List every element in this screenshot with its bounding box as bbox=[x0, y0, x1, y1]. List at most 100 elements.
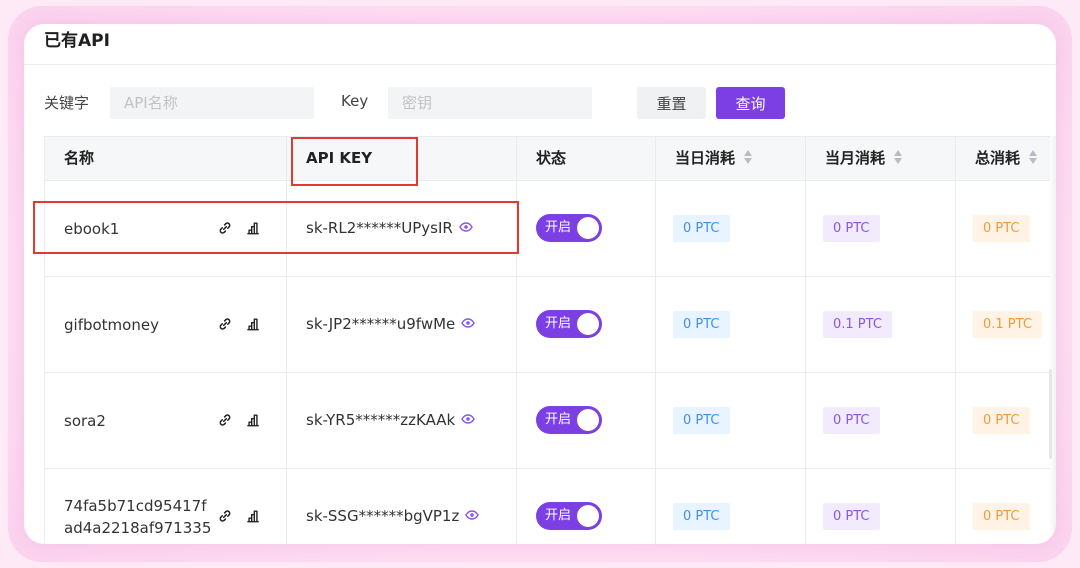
total-cell: 0 PTC bbox=[956, 469, 1056, 544]
toggle-knob bbox=[577, 217, 599, 239]
api-name: sora2 bbox=[64, 411, 106, 430]
api-key-value: sk-JP2******u9fwMe bbox=[306, 315, 456, 333]
link-icon[interactable] bbox=[216, 507, 234, 525]
total-cell: 0 PTC bbox=[956, 181, 1056, 276]
monthly-cell: 0 PTC bbox=[806, 373, 956, 468]
key-input[interactable] bbox=[388, 87, 592, 119]
monthly-usage-tag: 0.1 PTC bbox=[823, 311, 892, 338]
monthly-usage-tag: 0 PTC bbox=[823, 215, 880, 242]
column-header-label: 当月消耗 bbox=[825, 149, 886, 167]
total-usage-tag: 0 PTC bbox=[973, 407, 1030, 434]
key-label: Key bbox=[341, 92, 369, 110]
eye-icon[interactable] bbox=[461, 276, 476, 371]
status-label: 开启 bbox=[545, 220, 572, 235]
daily-usage-tag: 0 PTC bbox=[673, 407, 730, 434]
total-cell: 0.1 PTC bbox=[956, 277, 1056, 372]
toggle-knob bbox=[577, 505, 599, 527]
status-toggle[interactable]: 开启 bbox=[536, 310, 602, 338]
daily-cell: 0 PTC bbox=[656, 373, 806, 468]
column-header-label: 当日消耗 bbox=[675, 149, 736, 167]
table-header: 名称 API KEY 状态 当日消耗 当月消耗 总消耗 bbox=[45, 137, 1050, 181]
column-header-daily[interactable]: 当日消耗 bbox=[656, 137, 806, 180]
table-row: 74fa5b71cd95417fad4a2218af971335 sk-SSG*… bbox=[45, 469, 1050, 544]
horizontal-scroll-shadow bbox=[1048, 136, 1056, 544]
monthly-usage-tag: 0 PTC bbox=[823, 407, 880, 434]
table-row: gifbotmoney sk-JP2******u9fwMe 开启 0 PTC … bbox=[45, 277, 1050, 373]
sort-icon[interactable] bbox=[744, 149, 753, 165]
eye-icon[interactable] bbox=[459, 180, 473, 275]
api-name: ebook1 bbox=[64, 219, 120, 238]
api-key-value: sk-SSG******bgVP1z bbox=[306, 507, 460, 525]
status-cell: 开启 bbox=[517, 373, 656, 468]
sort-icon[interactable] bbox=[894, 149, 903, 165]
table-row: ebook1 sk-RL2******UPysIR 开启 0 PTC 0 PTC… bbox=[45, 181, 1050, 277]
api-key-cell: sk-JP2******u9fwMe bbox=[287, 277, 517, 372]
link-icon[interactable] bbox=[216, 315, 234, 333]
name-cell: sora2 bbox=[45, 373, 287, 468]
daily-usage-tag: 0 PTC bbox=[673, 503, 730, 530]
api-name: 74fa5b71cd95417fad4a2218af971335 bbox=[64, 496, 212, 537]
daily-usage-tag: 0 PTC bbox=[673, 215, 730, 242]
total-usage-tag: 0 PTC bbox=[973, 503, 1030, 530]
name-cell: ebook1 bbox=[45, 181, 287, 276]
total-usage-tag: 0.1 PTC bbox=[973, 311, 1042, 338]
column-header-api-key: API KEY bbox=[287, 137, 517, 180]
reset-button[interactable]: 重置 bbox=[637, 87, 706, 119]
toggle-knob bbox=[577, 313, 599, 335]
total-cell: 0 PTC bbox=[956, 373, 1056, 468]
keyword-label: 关键字 bbox=[44, 94, 90, 112]
api-key-cell: sk-SSG******bgVP1z bbox=[287, 469, 517, 544]
bar-chart-icon[interactable] bbox=[244, 507, 262, 525]
sort-icon[interactable] bbox=[1029, 149, 1038, 165]
status-label: 开启 bbox=[545, 508, 572, 523]
name-cell: 74fa5b71cd95417fad4a2218af971335 bbox=[45, 469, 287, 544]
monthly-cell: 0 PTC bbox=[806, 469, 956, 544]
column-header-monthly[interactable]: 当月消耗 bbox=[806, 137, 956, 180]
monthly-cell: 0 PTC bbox=[806, 181, 956, 276]
column-header-label: 名称 bbox=[64, 149, 95, 167]
vertical-scrollbar[interactable] bbox=[1049, 369, 1052, 459]
column-header-total[interactable]: 总消耗 bbox=[956, 137, 1056, 180]
api-table: 名称 API KEY 状态 当日消耗 当月消耗 总消耗 ebook1 sk-RL… bbox=[44, 136, 1050, 544]
api-key-cell: sk-RL2******UPysIR bbox=[287, 181, 517, 276]
status-label: 开启 bbox=[545, 316, 572, 331]
bar-chart-icon[interactable] bbox=[244, 219, 262, 237]
daily-cell: 0 PTC bbox=[656, 277, 806, 372]
status-cell: 开启 bbox=[517, 469, 656, 544]
section-title: 已有API bbox=[44, 31, 110, 51]
table-row: sora2 sk-YR5******zzKAAk 开启 0 PTC 0 PTC … bbox=[45, 373, 1050, 469]
status-label: 开启 bbox=[545, 412, 572, 427]
status-cell: 开启 bbox=[517, 277, 656, 372]
eye-icon[interactable] bbox=[465, 468, 480, 544]
daily-cell: 0 PTC bbox=[656, 181, 806, 276]
monthly-cell: 0.1 PTC bbox=[806, 277, 956, 372]
monthly-usage-tag: 0 PTC bbox=[823, 503, 880, 530]
api-key-cell: sk-YR5******zzKAAk bbox=[287, 373, 517, 468]
column-header-label: 状态 bbox=[536, 149, 567, 167]
name-cell: gifbotmoney bbox=[45, 277, 287, 372]
total-usage-tag: 0 PTC bbox=[973, 215, 1030, 242]
status-toggle[interactable]: 开启 bbox=[536, 214, 602, 242]
status-toggle[interactable]: 开启 bbox=[536, 502, 602, 530]
api-key-value: sk-YR5******zzKAAk bbox=[306, 411, 456, 429]
api-key-value: sk-RL2******UPysIR bbox=[306, 219, 453, 237]
query-button[interactable]: 查询 bbox=[716, 87, 785, 119]
api-name-input[interactable] bbox=[110, 87, 314, 119]
status-toggle[interactable]: 开启 bbox=[536, 406, 602, 434]
title-divider bbox=[24, 64, 1056, 65]
daily-usage-tag: 0 PTC bbox=[673, 311, 730, 338]
daily-cell: 0 PTC bbox=[656, 469, 806, 544]
link-icon[interactable] bbox=[216, 411, 234, 429]
toggle-knob bbox=[577, 409, 599, 431]
api-list-card: 已有API 关键字 Key 重置 查询 名称 API KEY 状态 当日消耗 当… bbox=[24, 24, 1056, 544]
column-header-label: 总消耗 bbox=[975, 149, 1021, 167]
api-name: gifbotmoney bbox=[64, 315, 159, 334]
status-cell: 开启 bbox=[517, 181, 656, 276]
bar-chart-icon[interactable] bbox=[244, 315, 262, 333]
column-header-name: 名称 bbox=[45, 137, 287, 180]
bar-chart-icon[interactable] bbox=[244, 411, 262, 429]
column-header-status: 状态 bbox=[517, 137, 656, 180]
column-header-label: API KEY bbox=[306, 149, 373, 167]
eye-icon[interactable] bbox=[461, 372, 476, 467]
link-icon[interactable] bbox=[216, 219, 234, 237]
